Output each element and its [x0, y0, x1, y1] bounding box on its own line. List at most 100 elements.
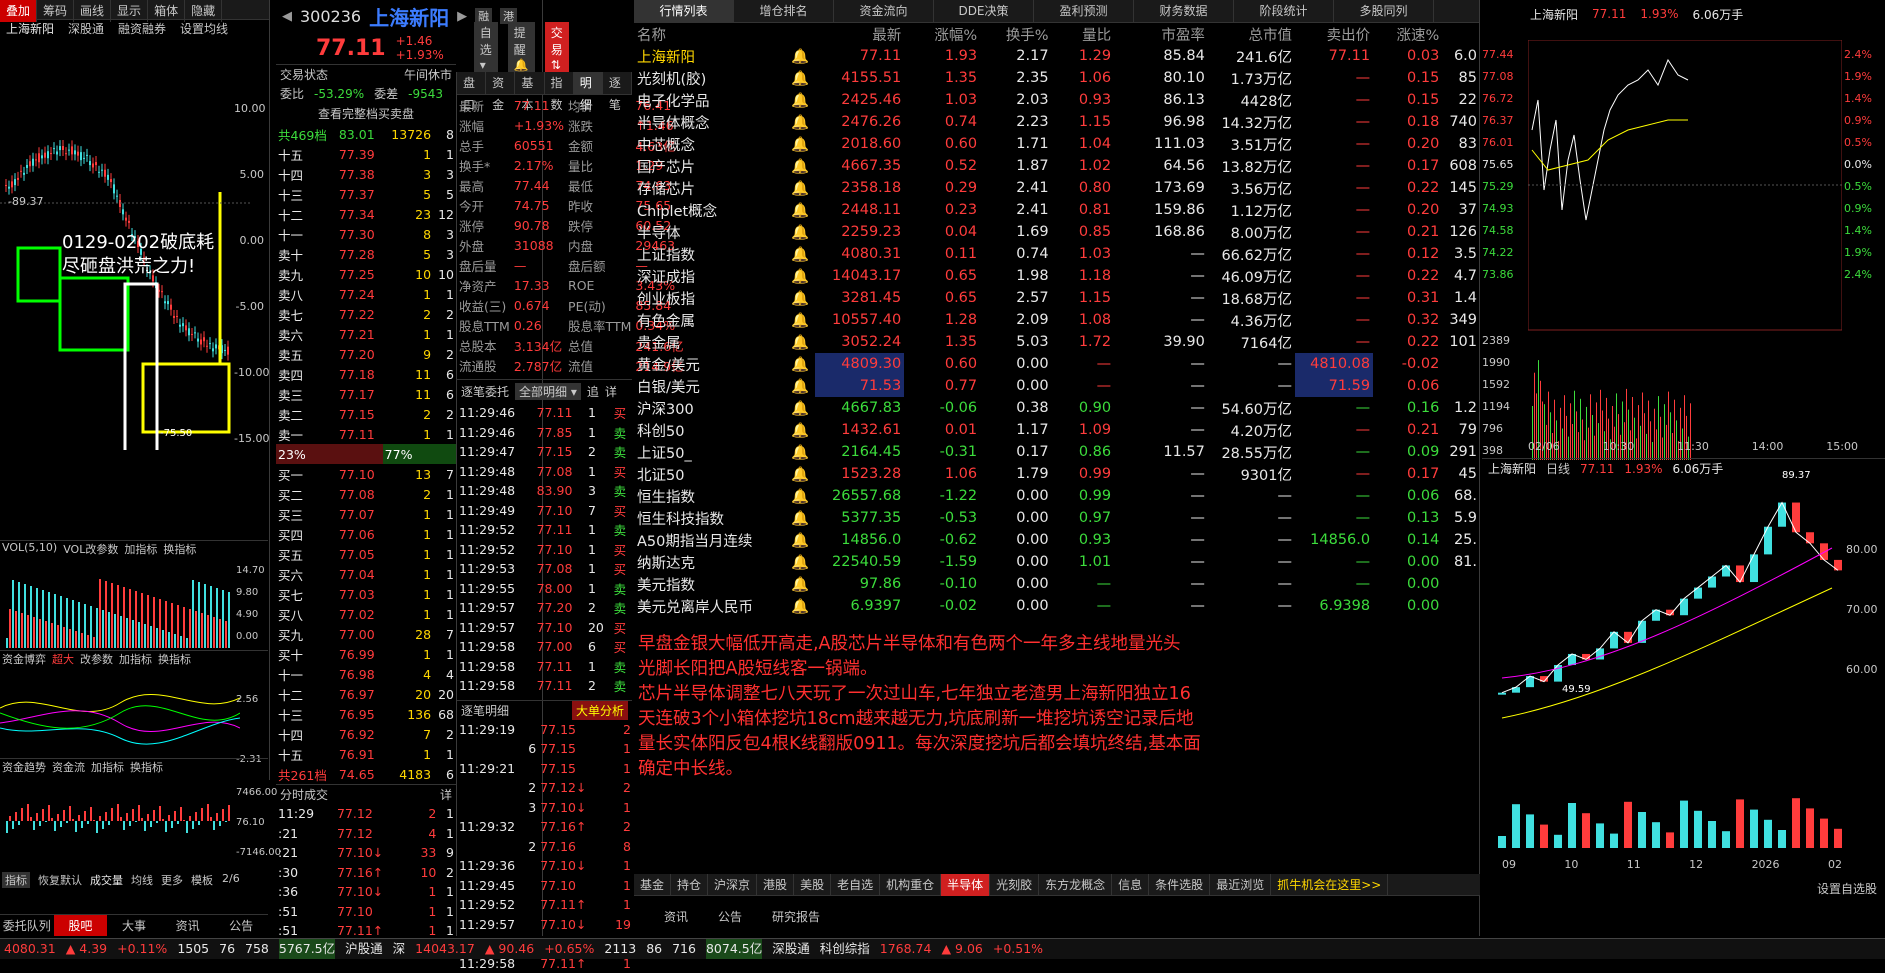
prev-stock-icon[interactable]: ◀ — [282, 9, 292, 24]
watchlist-button[interactable]: 自选 ▾ — [474, 22, 498, 74]
btm-template[interactable]: 模板 — [191, 872, 213, 888]
trade-button[interactable]: 交易 ⇅ — [545, 22, 569, 74]
sub-ma[interactable]: 设置均线 — [180, 20, 228, 38]
bell-icon[interactable]: 🔔 — [788, 45, 815, 67]
tab-queue[interactable]: 委托队列 — [0, 915, 54, 936]
bell-icon[interactable]: 🔔 — [788, 89, 815, 111]
zb-track-button[interactable]: 追 — [587, 383, 599, 400]
market-row[interactable]: 沪深300🔔4667.83-0.060.380.90—54.60万亿—0.161… — [634, 397, 1480, 419]
market-row[interactable]: 深证成指🔔14043.170.651.981.18—46.09万亿—0.224.… — [634, 265, 1480, 287]
vol-add[interactable]: 加指标 — [124, 541, 157, 558]
bell-icon[interactable]: 🔔 — [788, 353, 815, 375]
btm-volume[interactable]: 成交量 — [90, 872, 123, 888]
market-row[interactable]: Chiplet概念🔔2448.110.232.410.81159.861.12万… — [634, 199, 1480, 221]
bell-icon[interactable]: 🔔 — [788, 419, 815, 441]
fund-switch[interactable]: 换指标 — [158, 651, 191, 668]
market-row[interactable]: 光刻机(胶)🔔4155.511.352.351.0680.101.73万亿—0.… — [634, 67, 1480, 89]
sector-tab[interactable]: 信息 — [1112, 874, 1149, 896]
full-book-link[interactable]: 查看完整档买卖盘 — [276, 104, 456, 124]
sector-tab[interactable]: 基金 — [634, 874, 671, 896]
market-row[interactable]: 北证50🔔1523.281.061.790.99—9301亿—0.1745 — [634, 463, 1480, 485]
btm-more[interactable]: 更多 — [161, 872, 183, 888]
bell-icon[interactable]: 🔔 — [788, 463, 815, 485]
hide-button[interactable]: 隐藏 — [185, 0, 222, 22]
bell-icon[interactable]: 🔔 — [788, 287, 815, 309]
market-row[interactable]: 黄金/美元🔔4809.300.600.00———4810.08-0.02 — [634, 353, 1480, 375]
tab-news[interactable]: 资讯 — [161, 915, 215, 936]
market-header-cell[interactable]: 卖出价 — [1295, 23, 1373, 45]
bell-icon[interactable]: 🔔 — [788, 67, 815, 89]
bell-icon[interactable]: 🔔 — [788, 595, 815, 617]
market-row[interactable]: 科创50🔔1432.610.011.171.09—4.20万亿—0.2179 — [634, 419, 1480, 441]
news-tab[interactable]: 公告 — [718, 906, 742, 928]
fs-detail-button[interactable]: 详 — [440, 785, 452, 804]
market-header-cell[interactable]: 总市值 — [1208, 23, 1295, 45]
market-row[interactable]: 半导体🔔2259.230.041.690.85168.868.00万亿—0.21… — [634, 221, 1480, 243]
zb-select[interactable]: 全部明细 ▾ — [515, 383, 581, 400]
settings-link[interactable]: 设置自选股 — [1817, 880, 1877, 897]
market-header-cell[interactable]: 名称 — [634, 23, 788, 45]
market-row[interactable]: 创业板指🔔3281.450.652.571.15—18.68万亿—0.311.4 — [634, 287, 1480, 309]
market-row[interactable]: 上证50_🔔2164.45-0.310.170.8611.5728.55万亿—0… — [634, 441, 1480, 463]
bell-icon[interactable]: 🔔 — [788, 265, 815, 287]
tab-guba[interactable]: 股吧 — [54, 915, 108, 936]
sector-tab[interactable]: 老自选 — [831, 874, 880, 896]
market-row[interactable]: 中芯概念🔔2018.600.601.711.04111.033.51万亿—0.2… — [634, 133, 1480, 155]
tab-events[interactable]: 大事 — [107, 915, 161, 936]
bell-icon[interactable]: 🔔 — [788, 375, 815, 397]
market-header-cell[interactable]: 最新 — [815, 23, 904, 45]
bell-icon[interactable]: 🔔 — [788, 485, 815, 507]
market-row[interactable]: 恒生科技指数🔔5377.35-0.530.000.97———0.135.9 — [634, 507, 1480, 529]
vol-switch[interactable]: 换指标 — [163, 541, 196, 558]
sector-tab[interactable]: 持仓 — [671, 874, 708, 896]
detail-tab[interactable]: 基本 — [515, 72, 544, 94]
market-tab[interactable]: 财务数据 — [1134, 0, 1234, 22]
sector-tab[interactable]: 沪深京 — [708, 874, 757, 896]
tab-notice[interactable]: 公告 — [214, 915, 268, 936]
bell-icon[interactable]: 🔔 — [788, 111, 815, 133]
market-row[interactable]: 上证指数🔔4080.310.110.741.03—66.62万亿—0.123.5 — [634, 243, 1480, 265]
market-row[interactable]: 国产芯片🔔4667.350.521.871.0264.5613.82万亿—0.1… — [634, 155, 1480, 177]
trend-switch[interactable]: 换指标 — [130, 759, 163, 776]
market-header-cell[interactable]: 涨幅% — [904, 23, 980, 45]
fund-param[interactable]: 改参数 — [80, 651, 113, 668]
fund-add[interactable]: 加指标 — [119, 651, 152, 668]
news-tab[interactable]: 资讯 — [664, 906, 688, 928]
detail-tab[interactable]: 指数 — [545, 72, 574, 94]
market-header-cell[interactable]: 换手% — [980, 23, 1051, 45]
detail-tab[interactable]: 逐笔 — [603, 72, 632, 94]
sector-tab[interactable]: 机构重仓 — [880, 874, 941, 896]
chips-button[interactable]: 筹码 — [37, 0, 74, 22]
sector-tab[interactable]: 抓牛机会在这里>> — [1271, 874, 1388, 896]
sector-tab[interactable]: 东方龙概念 — [1039, 874, 1112, 896]
market-header-cell[interactable]: 涨速% — [1373, 23, 1442, 45]
market-tab[interactable]: 多股同列 — [1334, 0, 1434, 22]
sub-margin[interactable]: 融资融券 — [118, 20, 166, 38]
alert-button[interactable]: 提醒 🔔 — [508, 22, 535, 74]
detail-tab[interactable]: 资金 — [486, 72, 515, 94]
market-row[interactable]: 贵金属🔔3052.241.355.031.7239.907164亿—0.2210… — [634, 331, 1480, 353]
bell-icon[interactable]: 🔔 — [788, 331, 815, 353]
bell-icon[interactable]: 🔔 — [788, 177, 815, 199]
bell-icon[interactable]: 🔔 — [788, 573, 815, 595]
bell-icon[interactable]: 🔔 — [788, 243, 815, 265]
market-row[interactable]: 上海新阳🔔77.111.932.171.2985.84241.6亿77.110.… — [634, 45, 1480, 67]
market-row[interactable]: 半导体概念🔔2476.260.742.231.1596.9814.32万亿—0.… — [634, 111, 1480, 133]
sector-tab[interactable]: 半导体 — [941, 874, 990, 896]
market-row[interactable]: A50期指当月连续🔔14856.0-0.620.000.93——14856.00… — [634, 529, 1480, 551]
sector-tab[interactable]: 条件选股 — [1149, 874, 1210, 896]
market-tab[interactable]: 盈利预测 — [1034, 0, 1134, 22]
market-tab[interactable]: 增仓排名 — [734, 0, 834, 22]
market-header-cell[interactable] — [788, 23, 815, 45]
market-tab[interactable]: 行情列表 — [634, 0, 734, 22]
sector-tab[interactable]: 最近浏览 — [1210, 874, 1271, 896]
market-tab[interactable]: 阶段统计 — [1234, 0, 1334, 22]
news-tab[interactable]: 研究报告 — [772, 906, 820, 928]
bell-icon[interactable]: 🔔 — [788, 309, 815, 331]
overlay-button[interactable]: 叠加 — [0, 0, 37, 22]
draw-button[interactable]: 画线 — [74, 0, 111, 22]
market-row[interactable]: 美元指数🔔97.86-0.100.00————0.00 — [634, 573, 1480, 595]
bell-icon[interactable]: 🔔 — [788, 133, 815, 155]
market-tab[interactable]: 资金流向 — [834, 0, 934, 22]
sector-tab[interactable]: 港股 — [757, 874, 794, 896]
